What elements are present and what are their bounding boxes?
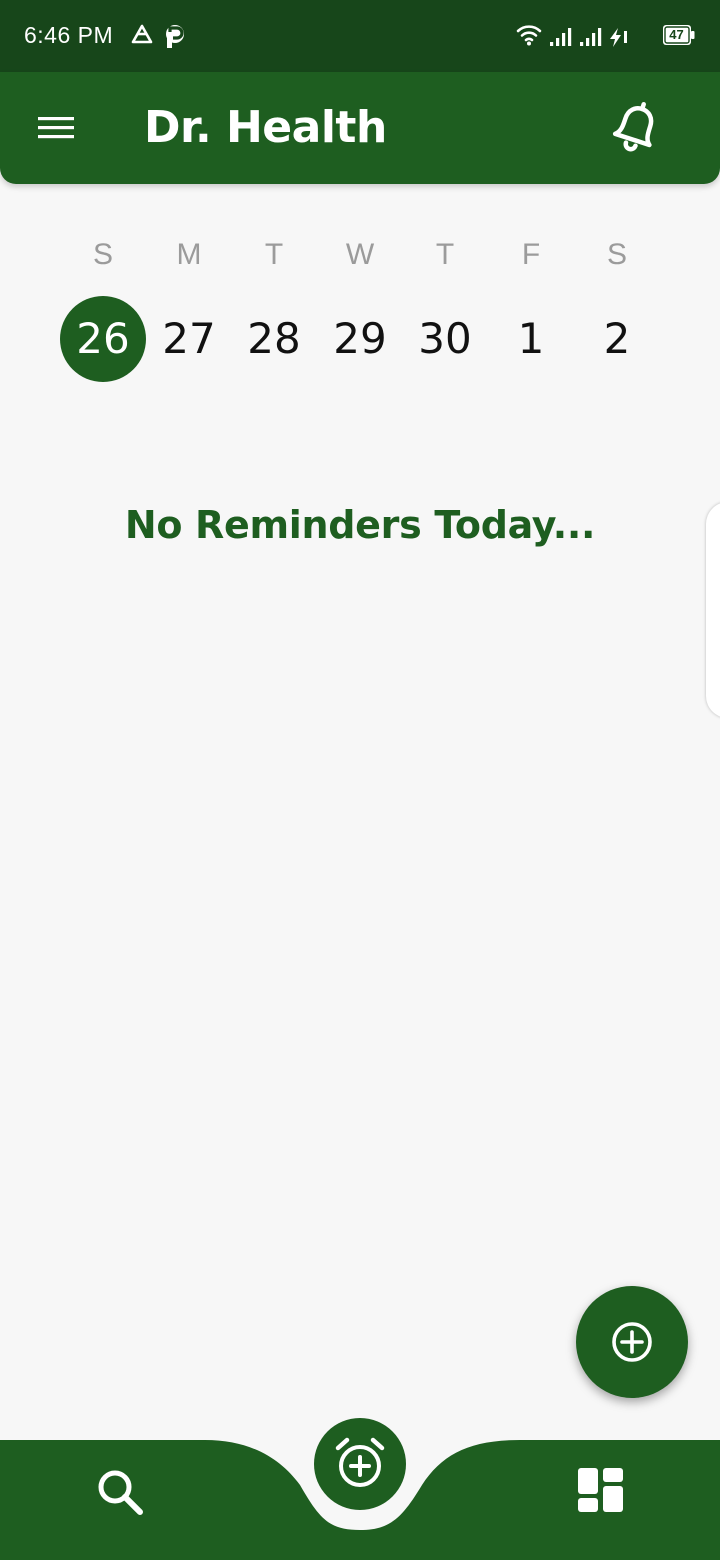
- status-time: 6:46 PM: [24, 22, 114, 48]
- day-letter: M: [176, 238, 202, 271]
- app-bar: Dr. Health: [0, 72, 720, 184]
- empty-reminders-message: No Reminders Today...: [124, 503, 596, 547]
- bell-icon[interactable]: [604, 98, 668, 160]
- day-letter: T: [435, 238, 455, 271]
- status-system-icons: [516, 25, 627, 47]
- day-letter: W: [345, 238, 375, 271]
- status-bar: 6:46 PM 47: [0, 0, 720, 72]
- add-alarm-icon: [335, 1437, 385, 1487]
- battery-level: 47: [669, 27, 684, 42]
- day-number[interactable]: 28: [231, 296, 317, 382]
- app-title: Dr. Health: [144, 102, 387, 153]
- dashboard-icon[interactable]: [576, 1466, 626, 1516]
- add-alarm-button[interactable]: [314, 1418, 406, 1510]
- day-number[interactable]: 30: [402, 296, 488, 382]
- day-letter: T: [264, 238, 284, 271]
- drive-icon: [131, 24, 153, 44]
- status-notification-icons: [131, 24, 184, 48]
- menu-icon[interactable]: [28, 108, 84, 148]
- wifi-icon: [516, 25, 542, 42]
- day-number[interactable]: 29: [317, 296, 403, 382]
- day-number[interactable]: 27: [146, 296, 232, 382]
- add-reminder-fab[interactable]: [576, 1286, 688, 1398]
- signal-icon: [550, 28, 572, 46]
- search-icon[interactable]: [94, 1466, 146, 1518]
- day-letter: S: [606, 238, 627, 271]
- add-circle-icon: [612, 1322, 652, 1362]
- day-letter: F: [521, 238, 541, 271]
- day-number-selected[interactable]: 26: [60, 296, 146, 382]
- charging-icon: [610, 28, 621, 47]
- battery-icon: 47: [662, 24, 696, 46]
- day-letter: S: [92, 238, 113, 271]
- day-number[interactable]: 1: [488, 296, 574, 382]
- signal-icon: [580, 28, 602, 46]
- p-app-icon: [166, 25, 184, 48]
- side-drawer-handle[interactable]: [706, 502, 720, 718]
- day-number[interactable]: 2: [574, 296, 660, 382]
